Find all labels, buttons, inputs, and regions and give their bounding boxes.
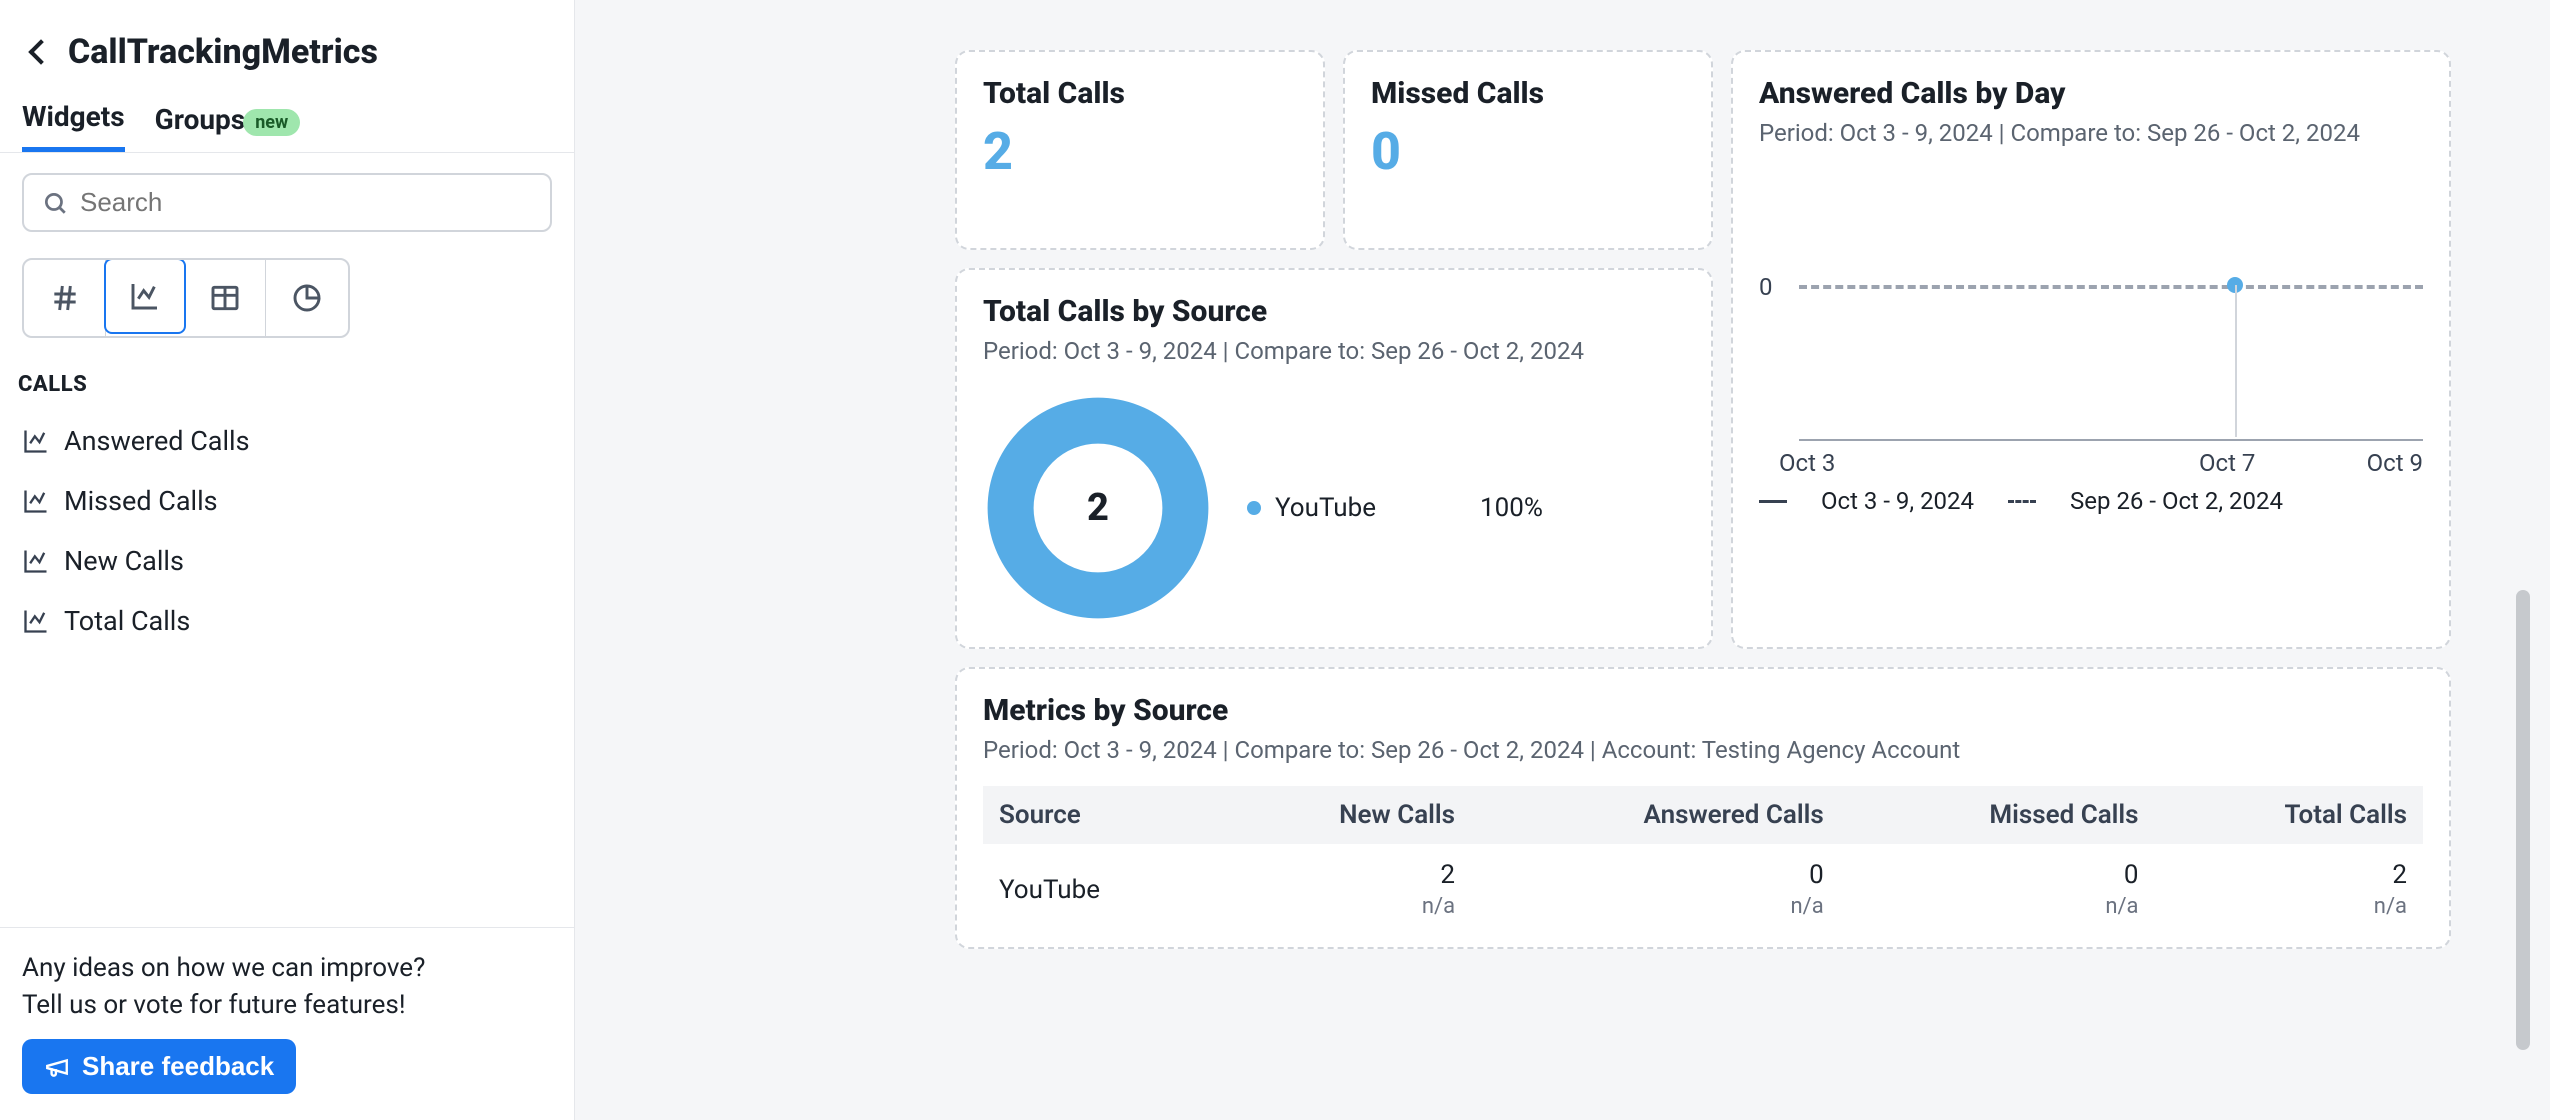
th-answered-calls[interactable]: Answered Calls bbox=[1471, 786, 1840, 844]
card-subtitle: Period: Oct 3 - 9, 2024 | Compare to: Se… bbox=[983, 337, 1685, 365]
type-table-button[interactable] bbox=[184, 260, 266, 336]
back-button[interactable] bbox=[28, 39, 53, 64]
sidebar-title: CallTrackingMetrics bbox=[68, 32, 378, 72]
card-title: Missed Calls bbox=[1371, 76, 1685, 111]
donut-center-value: 2 bbox=[983, 393, 1213, 623]
metric-item-missed-calls[interactable]: Missed Calls bbox=[22, 471, 552, 531]
metric-item-total-calls[interactable]: Total Calls bbox=[22, 591, 552, 651]
feedback-button-label: Share feedback bbox=[82, 1051, 274, 1082]
line-chart-icon bbox=[22, 427, 50, 455]
footer-text-2: Tell us or vote for future features! bbox=[22, 987, 552, 1025]
search-input[interactable] bbox=[80, 187, 532, 218]
sidebar: CallTrackingMetrics Widgets Groups new bbox=[0, 0, 575, 1120]
legend-percent: 100% bbox=[1480, 493, 1543, 523]
donut-legend: YouTube 100% bbox=[1247, 493, 1543, 523]
metric-item-answered-calls[interactable]: Answered Calls bbox=[22, 411, 552, 471]
hash-icon bbox=[49, 282, 81, 314]
tab-widgets[interactable]: Widgets bbox=[22, 100, 125, 152]
search-box[interactable] bbox=[22, 173, 552, 232]
chart-legend: Oct 3 - 9, 2024 Sep 26 - Oct 2, 2024 bbox=[1759, 487, 2423, 515]
card-total-calls-by-source[interactable]: Total Calls by Source Period: Oct 3 - 9,… bbox=[955, 268, 1713, 649]
th-missed-calls[interactable]: Missed Calls bbox=[1840, 786, 2155, 844]
x-tick: Oct 9 bbox=[2367, 449, 2423, 477]
card-title: Metrics by Source bbox=[983, 693, 2423, 728]
line-chart-icon bbox=[22, 487, 50, 515]
megaphone-icon bbox=[44, 1054, 70, 1080]
share-feedback-button[interactable]: Share feedback bbox=[22, 1039, 296, 1094]
metrics-table: Source New Calls Answered Calls Missed C… bbox=[983, 786, 2423, 923]
th-new-calls[interactable]: New Calls bbox=[1214, 786, 1471, 844]
type-line-button[interactable] bbox=[104, 258, 186, 334]
dashboard-canvas: Total Calls 2 Missed Calls 0 Answered Ca… bbox=[575, 0, 2550, 1120]
widget-type-toggle bbox=[22, 258, 350, 338]
th-source[interactable]: Source bbox=[983, 786, 1214, 844]
card-value: 2 bbox=[983, 121, 1297, 182]
y-axis-tick: 0 bbox=[1759, 273, 1773, 301]
new-badge: new bbox=[243, 109, 300, 136]
card-subtitle: Period: Oct 3 - 9, 2024 | Compare to: Se… bbox=[983, 736, 2423, 764]
x-tick: Oct 7 bbox=[2199, 449, 2255, 477]
card-metrics-by-source[interactable]: Metrics by Source Period: Oct 3 - 9, 202… bbox=[955, 667, 2451, 949]
table-icon bbox=[209, 282, 241, 314]
type-pie-button[interactable] bbox=[266, 260, 348, 336]
cell-source: YouTube bbox=[983, 844, 1214, 923]
donut-chart: 2 bbox=[983, 393, 1213, 623]
legend-dashed-line-icon bbox=[2008, 500, 2036, 503]
legend-period: Oct 3 - 9, 2024 bbox=[1821, 487, 1974, 515]
th-total-calls[interactable]: Total Calls bbox=[2155, 786, 2423, 844]
card-title: Answered Calls by Day bbox=[1759, 76, 2423, 111]
metric-label: Total Calls bbox=[64, 605, 190, 637]
metric-label: Missed Calls bbox=[64, 485, 218, 517]
legend-solid-line-icon bbox=[1759, 500, 1787, 503]
vertical-scrollbar[interactable] bbox=[2516, 50, 2530, 1090]
card-total-calls[interactable]: Total Calls 2 bbox=[955, 50, 1325, 250]
section-label-calls: CALLS bbox=[0, 338, 574, 405]
metric-item-new-calls[interactable]: New Calls bbox=[22, 531, 552, 591]
card-title: Total Calls by Source bbox=[983, 294, 1685, 329]
type-number-button[interactable] bbox=[24, 260, 106, 336]
chart-baseline bbox=[1799, 285, 2423, 289]
card-missed-calls[interactable]: Missed Calls 0 bbox=[1343, 50, 1713, 250]
search-icon bbox=[42, 190, 68, 216]
table-row[interactable]: YouTube 2n/a 0n/a 0n/a 2n/a bbox=[983, 844, 2423, 923]
footer-text-1: Any ideas on how we can improve? bbox=[22, 950, 552, 988]
cell-answered: 0n/a bbox=[1471, 844, 1840, 923]
legend-compare: Sep 26 - Oct 2, 2024 bbox=[2070, 487, 2283, 515]
x-axis bbox=[1799, 439, 2423, 441]
cell-new-calls: 2n/a bbox=[1214, 844, 1471, 923]
card-answered-by-day[interactable]: Answered Calls by Day Period: Oct 3 - 9,… bbox=[1731, 50, 2451, 649]
card-title: Total Calls bbox=[983, 76, 1297, 111]
cell-missed: 0n/a bbox=[1840, 844, 2155, 923]
metric-label: Answered Calls bbox=[64, 425, 250, 457]
legend-dot-icon bbox=[1247, 501, 1261, 515]
card-value: 0 bbox=[1371, 121, 1685, 182]
x-tick: Oct 3 bbox=[1779, 449, 1835, 477]
line-chart-icon bbox=[129, 280, 161, 312]
chart-gridline bbox=[2235, 285, 2237, 437]
legend-label: YouTube bbox=[1275, 493, 1376, 523]
cell-total: 2n/a bbox=[2155, 844, 2423, 923]
line-chart: 0 Oct 3 Oct 7 Oct 9 bbox=[1759, 177, 2423, 477]
scrollbar-thumb[interactable] bbox=[2516, 590, 2530, 1050]
pie-chart-icon bbox=[291, 282, 323, 314]
line-chart-icon bbox=[22, 547, 50, 575]
card-subtitle: Period: Oct 3 - 9, 2024 | Compare to: Se… bbox=[1759, 119, 2423, 147]
metric-label: New Calls bbox=[64, 545, 184, 577]
table-header-row: Source New Calls Answered Calls Missed C… bbox=[983, 786, 2423, 844]
line-chart-icon bbox=[22, 607, 50, 635]
tab-groups[interactable]: Groups bbox=[155, 103, 246, 150]
